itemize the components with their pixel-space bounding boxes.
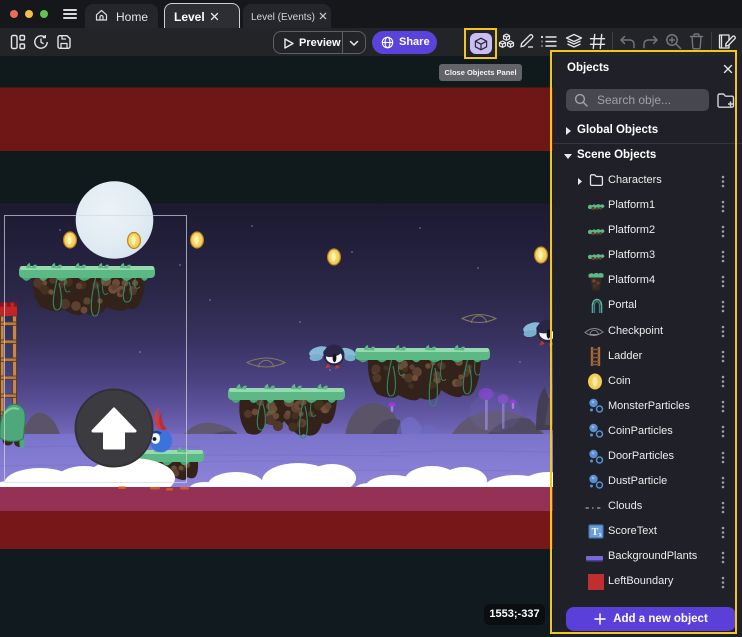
- svg-text:x: x: [599, 531, 603, 539]
